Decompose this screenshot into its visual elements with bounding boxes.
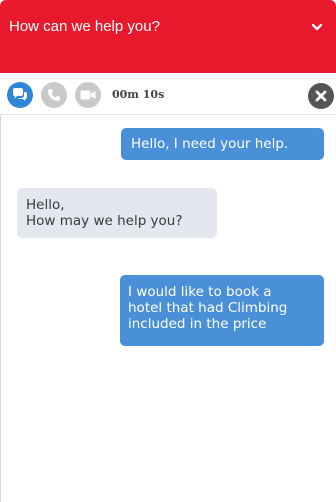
- user-message: I would like to book a hotel that had Cl…: [120, 275, 324, 346]
- chat-toolbar: 00m 10s: [0, 73, 336, 115]
- video-camera-icon: [80, 89, 96, 101]
- phone-icon: [47, 88, 61, 102]
- chat-bubbles-icon: [12, 88, 28, 102]
- close-icon: [315, 90, 327, 102]
- close-chat-button[interactable]: [308, 83, 334, 109]
- chat-widget: How can we help you? 00m 10s Hello, I ne…: [0, 0, 336, 502]
- chevron-down-icon[interactable]: [310, 19, 324, 33]
- chat-header-title: How can we help you?: [9, 18, 160, 35]
- user-message: Hello, I need your help.: [121, 128, 324, 160]
- voice-call-button[interactable]: [41, 82, 67, 108]
- video-call-button[interactable]: [75, 82, 101, 108]
- chat-header[interactable]: How can we help you?: [0, 0, 336, 73]
- call-timer: 00m 10s: [112, 88, 165, 101]
- chat-mode-button[interactable]: [7, 82, 33, 108]
- agent-message: Hello, How may we help you?: [17, 188, 217, 238]
- message-list[interactable]: Hello, I need your help. Hello, How may …: [0, 115, 336, 502]
